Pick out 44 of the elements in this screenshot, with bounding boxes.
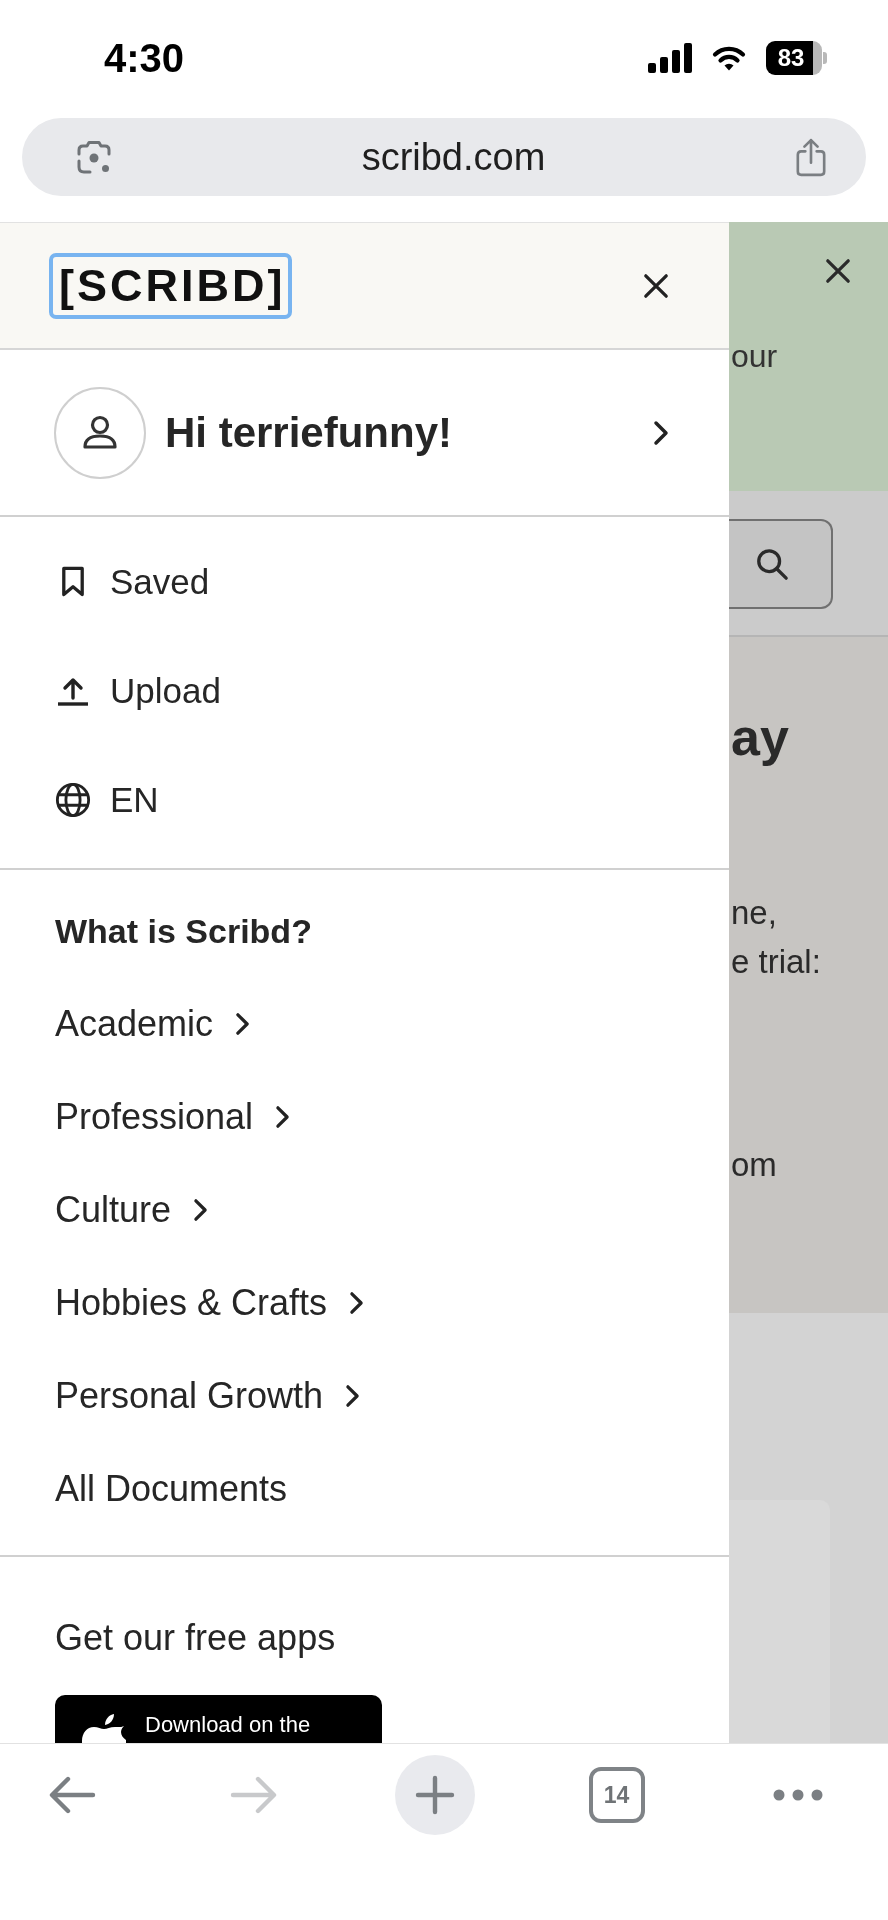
- close-icon: [643, 272, 669, 299]
- category-link[interactable]: Personal Growth: [55, 1374, 361, 1417]
- menu-link[interactable]: EN: [55, 778, 159, 821]
- back-button[interactable]: [48, 1775, 96, 1815]
- close-button[interactable]: [643, 272, 669, 299]
- lens-icon[interactable]: [76, 139, 112, 175]
- category-link[interactable]: All Documents: [55, 1467, 288, 1510]
- menu-link[interactable]: Upload: [55, 669, 221, 712]
- battery-percent: 83: [777, 45, 805, 71]
- hero-text: e trial:: [731, 942, 821, 982]
- search-icon: [755, 547, 789, 581]
- section-heading: What is Scribd?: [54, 911, 313, 952]
- close-icon: [825, 258, 851, 284]
- upload-icon: [56, 675, 90, 706]
- apps-heading: Get our free apps: [55, 1618, 336, 1658]
- hero-text: ne,: [731, 893, 777, 933]
- more-icon: [773, 1789, 823, 1801]
- globe-icon: [55, 781, 91, 818]
- plus-icon: [415, 1775, 455, 1815]
- hero-text: om: [731, 1145, 777, 1185]
- arrow-right-icon: [229, 1775, 278, 1815]
- scribd-logo[interactable]: [SCRIBD]: [49, 252, 293, 319]
- category-link[interactable]: Academic: [55, 1002, 251, 1045]
- arrow-left-icon: [48, 1775, 96, 1815]
- banner-text: our: [731, 338, 778, 374]
- category-link[interactable]: Hobbies & Crafts: [55, 1281, 365, 1324]
- profile-link[interactable]: Hi terriefunny!: [54, 386, 669, 479]
- category-link[interactable]: Professional: [55, 1095, 291, 1138]
- status-time: 4:30: [104, 35, 185, 81]
- share-icon[interactable]: [795, 137, 827, 177]
- category-link[interactable]: Culture: [55, 1188, 209, 1231]
- app-store-badge[interactable]: Download on the: [55, 1695, 382, 1743]
- hero-heading: ay: [731, 709, 789, 765]
- avatar-icon: [54, 386, 146, 479]
- bookmark-icon: [61, 566, 85, 597]
- url-text: scribd.com: [360, 135, 547, 179]
- more-button[interactable]: [773, 1789, 823, 1801]
- wifi-icon: [712, 45, 746, 71]
- chevron-right-icon: [653, 419, 669, 446]
- signal-icon: [648, 43, 692, 73]
- address-bar[interactable]: scribd.com: [22, 118, 866, 196]
- search-button[interactable]: [729, 519, 833, 609]
- tab-count-button[interactable]: 14: [588, 1767, 645, 1823]
- menu-link[interactable]: Saved: [55, 560, 210, 603]
